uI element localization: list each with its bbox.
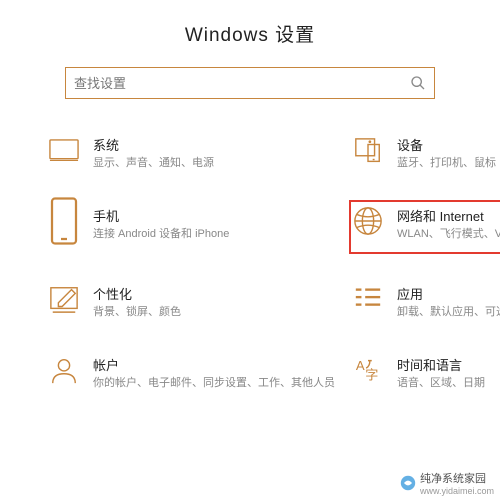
watermark: 纯净系统家园 www.yidaimei.com — [400, 470, 494, 496]
network-icon — [353, 206, 383, 236]
tile-time[interactable]: A 字 时间和语言 语音、区域、日期 — [349, 349, 500, 396]
tile-phone[interactable]: 手机 连接 Android 设备和 iPhone — [45, 200, 339, 253]
tile-text: 个性化 背景、锁屏、颜色 — [93, 284, 335, 319]
tile-network[interactable]: 网络和 Internet WLAN、飞行模式、VPN — [349, 200, 500, 253]
tile-text: 手机 连接 Android 设备和 iPhone — [93, 206, 335, 241]
watermark-text: 纯净系统家园 www.yidaimei.com — [420, 470, 494, 496]
tile-desc: 背景、锁屏、颜色 — [93, 305, 335, 319]
watermark-logo-icon — [400, 475, 416, 491]
accounts-icon — [49, 355, 79, 385]
tile-devices[interactable]: 设备 蓝牙、打印机、鼠标 — [349, 129, 500, 176]
tile-accounts[interactable]: 帐户 你的帐户、电子邮件、同步设置、工作、其他人员 — [45, 349, 339, 396]
tile-title: 网络和 Internet — [397, 206, 500, 225]
search-box[interactable] — [65, 67, 435, 99]
tile-title: 系统 — [93, 135, 335, 154]
search-icon — [410, 75, 426, 91]
settings-grid: 系统 显示、声音、通知、电源 设备 蓝牙、打印机、鼠标 手机 — [45, 129, 455, 396]
apps-icon — [353, 284, 383, 314]
tile-desc: 连接 Android 设备和 iPhone — [93, 227, 335, 241]
tile-title: 时间和语言 — [397, 355, 500, 374]
tile-desc: WLAN、飞行模式、VPN — [397, 227, 500, 241]
personalization-icon — [49, 284, 79, 314]
watermark-url: www.yidaimei.com — [420, 486, 494, 496]
tile-desc: 显示、声音、通知、电源 — [93, 156, 335, 170]
time-language-icon: A 字 — [353, 355, 383, 385]
search-input[interactable] — [74, 76, 410, 91]
tile-desc: 蓝牙、打印机、鼠标 — [397, 156, 500, 170]
tile-desc: 卸载、默认应用、可选功能 — [397, 305, 500, 319]
phone-icon — [49, 206, 79, 236]
page-title: Windows 设置 — [45, 20, 455, 47]
tile-text: 帐户 你的帐户、电子邮件、同步设置、工作、其他人员 — [93, 355, 335, 390]
tile-text: 时间和语言 语音、区域、日期 — [397, 355, 500, 390]
tile-desc: 语音、区域、日期 — [397, 376, 500, 390]
tile-title: 应用 — [397, 284, 500, 303]
tile-text: 系统 显示、声音、通知、电源 — [93, 135, 335, 170]
devices-icon — [353, 135, 383, 165]
tile-title: 手机 — [93, 206, 335, 225]
tile-text: 应用 卸载、默认应用、可选功能 — [397, 284, 500, 319]
system-icon — [49, 135, 79, 165]
settings-window: Windows 设置 系统 显示、声音、通知、电源 — [0, 0, 500, 396]
tile-desc: 你的帐户、电子邮件、同步设置、工作、其他人员 — [93, 376, 335, 390]
tile-system[interactable]: 系统 显示、声音、通知、电源 — [45, 129, 339, 176]
tile-apps[interactable]: 应用 卸载、默认应用、可选功能 — [349, 278, 500, 325]
tile-title: 个性化 — [93, 284, 335, 303]
tile-text: 设备 蓝牙、打印机、鼠标 — [397, 135, 500, 170]
tile-title: 设备 — [397, 135, 500, 154]
tile-title: 帐户 — [93, 355, 335, 374]
svg-text:字: 字 — [365, 367, 378, 382]
svg-text:A: A — [356, 358, 365, 373]
tile-text: 网络和 Internet WLAN、飞行模式、VPN — [397, 206, 500, 241]
tile-personalization[interactable]: 个性化 背景、锁屏、颜色 — [45, 278, 339, 325]
watermark-name: 纯净系统家园 — [420, 470, 494, 486]
